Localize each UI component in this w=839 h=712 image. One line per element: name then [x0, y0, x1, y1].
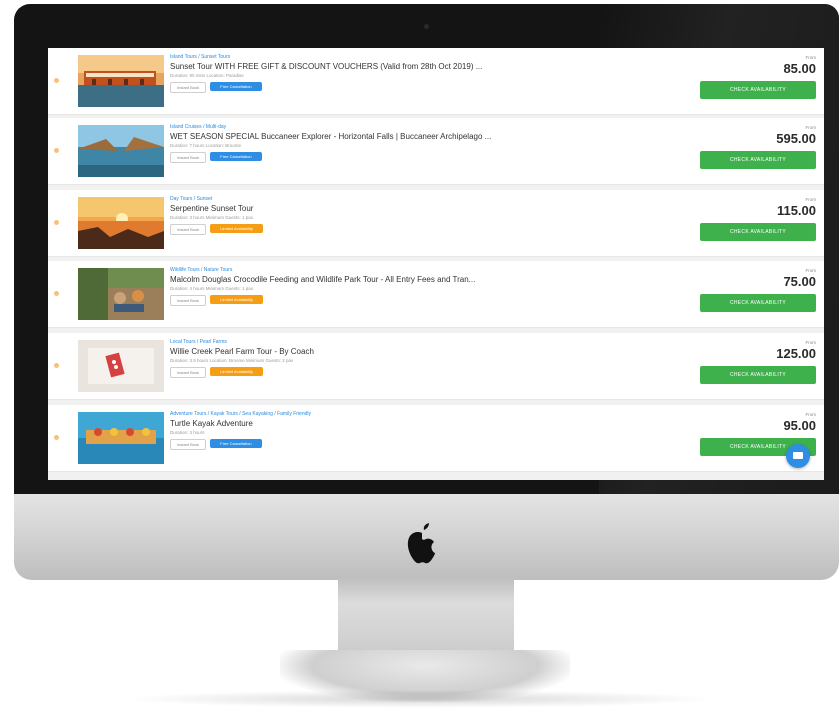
tour-price: 125.00: [776, 346, 816, 361]
tour-listing-card-5[interactable]: Local Tours / Pearl Farms Willie Creek P…: [48, 333, 824, 400]
availability-tag: Limited Availability: [210, 224, 263, 233]
tour-price: 115.00: [776, 203, 816, 218]
price-column: From 85.00 CHECK AVAILABILITY: [696, 54, 816, 99]
tour-listing-page: Island Tours / Sunset Tours Sunset Tour …: [48, 48, 824, 480]
tour-title[interactable]: Willie Creek Pearl Farm Tour - By Coach: [170, 346, 680, 357]
tour-listing-card-2[interactable]: Island Cruises / Multi-day WET SEASON SP…: [48, 118, 824, 185]
tour-meta: Duration: 3 hours Minimum Guests: 1 pax: [170, 215, 254, 220]
tour-thumbnail[interactable]: [78, 412, 164, 464]
tour-badges: Instant Book Free Cancellation: [170, 82, 690, 93]
tour-category-link[interactable]: Wildlife Tours / Nature Tours: [170, 267, 690, 274]
monitor-chin: [14, 494, 839, 580]
tour-price: 75.00: [783, 274, 816, 289]
tour-price: 95.00: [783, 418, 816, 433]
tour-badges: Instant Book Free Cancellation: [170, 439, 690, 450]
availability-tag: Limited Availability: [210, 367, 263, 376]
availability-tag: Free Cancellation: [210, 439, 262, 448]
tour-badges: Instant Book Limited Availability: [170, 367, 690, 378]
imac-monitor: Island Tours / Sunset Tours Sunset Tour …: [14, 4, 839, 580]
tour-category-link[interactable]: Local Tours / Pearl Farms: [170, 339, 690, 346]
tour-badges: Instant Book Free Cancellation: [170, 152, 690, 163]
tour-meta: Duration: 3.5 hours Location: Broome Min…: [170, 358, 294, 363]
tour-listing-card-4[interactable]: Wildlife Tours / Nature Tours Malcolm Do…: [48, 261, 824, 328]
instant-book-chip: Instant Book: [170, 367, 207, 378]
tour-price: 595.00: [776, 131, 816, 146]
tour-badges: Instant Book Limited Availability: [170, 295, 690, 306]
tour-thumbnail[interactable]: [78, 340, 164, 392]
tour-title[interactable]: Turtle Kayak Adventure: [170, 418, 680, 429]
tour-thumbnail[interactable]: [78, 55, 164, 107]
favorite-dot[interactable]: [54, 291, 59, 296]
favorite-dot[interactable]: [54, 435, 59, 440]
from-label: From: [805, 268, 817, 273]
favorite-dot[interactable]: [54, 220, 59, 225]
tour-category-link[interactable]: Adventure Tours / Kayak Tours / Sea Kaya…: [170, 411, 690, 418]
camera-icon: [424, 24, 429, 29]
favorite-dot[interactable]: [54, 363, 59, 368]
from-label: From: [805, 340, 817, 345]
chat-icon: [793, 452, 803, 459]
tour-info: Adventure Tours / Kayak Tours / Sea Kaya…: [170, 411, 690, 450]
check-availability-button[interactable]: CHECK AVAILABILITY: [700, 151, 816, 169]
tour-info: Wildlife Tours / Nature Tours Malcolm Do…: [170, 267, 690, 306]
from-label: From: [805, 55, 817, 60]
availability-tag: Free Cancellation: [210, 82, 262, 91]
from-label: From: [805, 412, 817, 417]
tour-meta: Duration: 3 hours: [170, 430, 205, 435]
check-availability-button[interactable]: CHECK AVAILABILITY: [700, 294, 816, 312]
tour-badges: Instant Book Limited Availability: [170, 224, 690, 235]
tour-info: Local Tours / Pearl Farms Willie Creek P…: [170, 339, 690, 378]
price-column: From 75.00 CHECK AVAILABILITY: [696, 267, 816, 312]
instant-book-chip: Instant Book: [170, 295, 207, 306]
check-availability-button[interactable]: CHECK AVAILABILITY: [700, 223, 816, 241]
instant-book-chip: Instant Book: [170, 224, 207, 235]
tour-info: Island Cruises / Multi-day WET SEASON SP…: [170, 124, 690, 163]
tour-listing-card-1[interactable]: Island Tours / Sunset Tours Sunset Tour …: [48, 48, 824, 115]
instant-book-chip: Instant Book: [170, 82, 207, 93]
tour-listing-card-3[interactable]: Day Tours / Sunset Serpentine Sunset Tou…: [48, 190, 824, 257]
from-label: From: [805, 125, 817, 130]
apple-logo-icon: [407, 523, 435, 564]
floor-shadow: [120, 690, 720, 708]
tour-meta: Duration: 90 mins Location: Paradise: [170, 73, 244, 78]
tour-category-link[interactable]: Island Tours / Sunset Tours: [170, 54, 690, 61]
tour-meta: Duration: 7 hours Location: Broome: [170, 143, 242, 148]
from-label: From: [805, 197, 817, 202]
tour-listing-card-6[interactable]: Adventure Tours / Kayak Tours / Sea Kaya…: [48, 405, 824, 472]
availability-tag: Free Cancellation: [210, 152, 262, 161]
tour-info: Island Tours / Sunset Tours Sunset Tour …: [170, 54, 690, 93]
tour-thumbnail[interactable]: [78, 268, 164, 320]
tour-title[interactable]: WET SEASON SPECIAL Buccaneer Explorer - …: [170, 131, 680, 142]
tour-title[interactable]: Serpentine Sunset Tour: [170, 203, 680, 214]
tour-thumbnail[interactable]: [78, 125, 164, 177]
tour-meta: Duration: 4 hours Minimum Guests: 1 pax: [170, 286, 254, 291]
screen-bezel: Island Tours / Sunset Tours Sunset Tour …: [14, 4, 839, 494]
tour-title[interactable]: Malcolm Douglas Crocodile Feeding and Wi…: [170, 274, 680, 285]
favorite-dot[interactable]: [54, 78, 59, 83]
tour-category-link[interactable]: Day Tours / Sunset: [170, 196, 690, 203]
tour-info: Day Tours / Sunset Serpentine Sunset Tou…: [170, 196, 690, 235]
price-column: From 125.00 CHECK AVAILABILITY: [696, 339, 816, 384]
tour-title[interactable]: Sunset Tour WITH FREE GIFT & DISCOUNT VO…: [170, 61, 680, 72]
tour-thumbnail[interactable]: [78, 197, 164, 249]
chat-button[interactable]: [786, 444, 810, 468]
tour-category-link[interactable]: Island Cruises / Multi-day: [170, 124, 690, 131]
availability-tag: Limited Availability: [210, 295, 263, 304]
instant-book-chip: Instant Book: [170, 152, 207, 163]
check-availability-button[interactable]: CHECK AVAILABILITY: [700, 81, 816, 99]
favorite-dot[interactable]: [54, 148, 59, 153]
instant-book-chip: Instant Book: [170, 439, 207, 450]
tour-price: 85.00: [783, 61, 816, 76]
price-column: From 115.00 CHECK AVAILABILITY: [696, 196, 816, 241]
price-column: From 595.00 CHECK AVAILABILITY: [696, 124, 816, 169]
check-availability-button[interactable]: CHECK AVAILABILITY: [700, 366, 816, 384]
